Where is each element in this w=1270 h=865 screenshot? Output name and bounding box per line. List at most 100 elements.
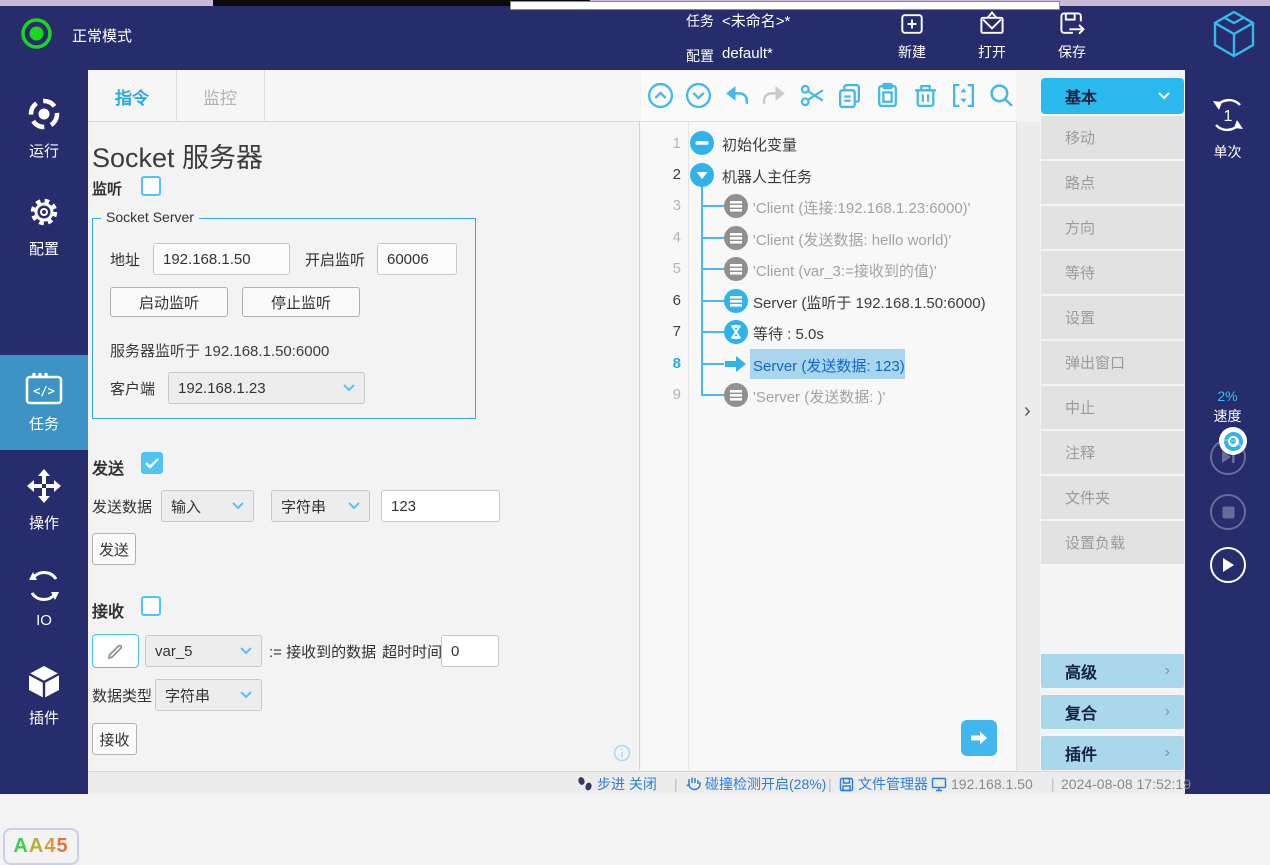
palette-item-direction[interactable]: 方向 [1041,206,1184,249]
palette-item-waypoint[interactable]: 路点 [1041,161,1184,204]
disabled-step-icon[interactable] [724,257,748,281]
new-task-label: 新建 [898,42,926,62]
move-up-button[interactable] [646,81,675,110]
tree-connector [701,363,724,365]
system-datetime: 2024-08-08 17:52:19 [1061,776,1191,792]
sidebar-item-operate[interactable]: 操作 [0,462,88,537]
assign-expression: := 接收到的数据 [269,641,376,662]
tree-row[interactable]: 'Client (连接:192.168.1.23:6000)' [753,197,971,218]
edit-variable-button[interactable] [92,634,139,668]
undo-button[interactable] [722,81,751,110]
send-type-select[interactable]: 字符串 [271,490,370,522]
start-listen-button[interactable]: 启动监听 [110,287,228,317]
datatype-select[interactable]: 字符串 [155,679,262,711]
sidebar-item-task[interactable]: </> 任务 [0,355,88,450]
trash-icon [912,82,939,109]
palette-group-advanced[interactable]: 高级› [1041,654,1184,688]
tree-row[interactable]: 机器人主任务 [722,166,812,187]
palette-item-move[interactable]: 移动 [1041,116,1184,159]
panel-splitter[interactable]: › [1016,122,1040,770]
single-cycle-icon[interactable]: 1 [1206,93,1250,137]
address-input[interactable]: 192.168.1.50 [153,243,290,275]
address-label: 地址 [110,243,140,275]
send-checkbox[interactable] [141,452,163,474]
sidebar-item-config[interactable]: 配置 [0,188,88,263]
search-button[interactable] [987,81,1016,110]
tree-row-selected[interactable]: Server (发送数据: 123) [753,355,905,376]
paste-button[interactable] [873,81,902,110]
collision-status[interactable]: 碰撞检测开启(28%) [686,775,826,793]
circle-down-icon [685,82,712,109]
receive-button[interactable]: 接收 [92,723,137,755]
tab-monitor[interactable]: 监控 [177,70,263,122]
palette-item-folder[interactable]: 文件夹 [1041,476,1184,519]
wait-step-icon[interactable] [724,320,748,344]
file-manager-link[interactable]: 文件管理器 [839,775,928,793]
listen-status-text: 服务器监听于 192.168.1.50:6000 [110,340,329,361]
sidebar-item-label: 运行 [29,140,59,161]
send-button[interactable]: 发送 [92,533,136,565]
redo-button[interactable] [760,81,789,110]
sidebar-item-label: 插件 [29,707,59,728]
palette-item-abort[interactable]: 中止 [1041,386,1184,429]
delete-button[interactable] [911,81,940,110]
palette-item-wait[interactable]: 等待 [1041,251,1184,294]
play-button[interactable] [1210,547,1246,583]
palette-header-basic[interactable]: 基本 [1041,78,1184,114]
sidebar-item-io[interactable]: IO [0,560,88,635]
tree-row[interactable]: 'Server (发送数据: )' [753,386,885,407]
expand-chevron-icon[interactable]: › [1024,400,1031,423]
palette-group-plugin[interactable]: 插件› [1041,736,1184,770]
tree-row[interactable]: 'Client (发送数据: hello world)' [753,229,951,250]
receive-checkbox[interactable] [141,596,161,616]
info-icon[interactable] [613,744,631,762]
current-step-arrow-icon[interactable] [722,352,748,376]
init-vars-icon[interactable] [690,131,714,155]
step-mode-status[interactable]: 步进 关闭 [577,775,657,793]
stop-listen-button[interactable]: 停止监听 [242,287,360,317]
pencil-icon [107,643,124,660]
main-task-icon[interactable] [690,163,714,187]
move-arrows-icon [25,467,63,505]
io-swap-icon [25,567,63,605]
disabled-step-icon[interactable] [724,383,748,407]
palette-item-payload[interactable]: 设置负载 [1041,521,1184,564]
disabled-step-icon[interactable] [724,194,748,218]
collapse-button[interactable] [949,81,978,110]
move-down-button[interactable] [684,81,713,110]
step-forward-button[interactable] [961,720,997,756]
save-task-button[interactable]: 保存 [1040,7,1104,63]
send-source-select[interactable]: 输入 [161,490,254,522]
receive-variable-select[interactable]: var_5 [145,635,262,667]
tree-row[interactable]: 'Client (var_3:=接收到的值)' [753,260,937,281]
server-step-icon[interactable] [724,289,748,313]
tree-row[interactable]: Server (监听于 192.168.1.50:6000) [753,292,986,313]
palette-item-comment[interactable]: 注释 [1041,431,1184,474]
tree-row[interactable]: 初始化变量 [722,134,797,155]
tab-label: 监控 [203,84,237,109]
status-separator: | [1051,775,1055,793]
timeout-input[interactable]: 0 [441,635,499,667]
listen-checkbox[interactable] [141,176,161,196]
palette-item-popup[interactable]: 弹出窗口 [1041,341,1184,384]
line-number-divider [688,122,689,770]
cut-button[interactable] [798,81,827,110]
stop-button[interactable] [1210,494,1246,530]
palette-group-label: 复合 [1065,700,1097,724]
sidebar-item-run[interactable]: 运行 [0,90,88,165]
client-select[interactable]: 192.168.1.23 [168,372,365,404]
tree-connector [701,300,724,302]
tab-instruction[interactable]: 指令 [88,70,176,122]
badge-letter: 4 [44,835,56,858]
tree-row[interactable]: 等待 : 5.0s [753,323,824,344]
open-task-button[interactable]: 打开 [960,7,1024,63]
disabled-step-icon[interactable] [724,226,748,250]
new-task-button[interactable]: 新建 [880,7,944,63]
copy-button[interactable] [836,81,865,110]
palette-item-set[interactable]: 设置 [1041,296,1184,339]
step-next-button[interactable] [1210,439,1246,475]
send-payload-input[interactable]: 123 [381,490,500,522]
palette-group-composite[interactable]: 复合› [1041,695,1184,729]
sidebar-item-plugin[interactable]: 插件 [0,658,88,733]
port-input[interactable]: 60006 [377,243,457,275]
